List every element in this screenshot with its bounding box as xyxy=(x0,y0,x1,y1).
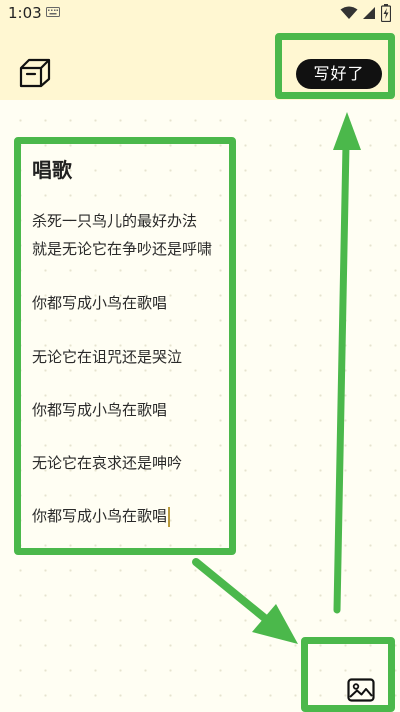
annotation-arrows xyxy=(192,112,361,644)
image-icon[interactable] xyxy=(347,678,375,702)
